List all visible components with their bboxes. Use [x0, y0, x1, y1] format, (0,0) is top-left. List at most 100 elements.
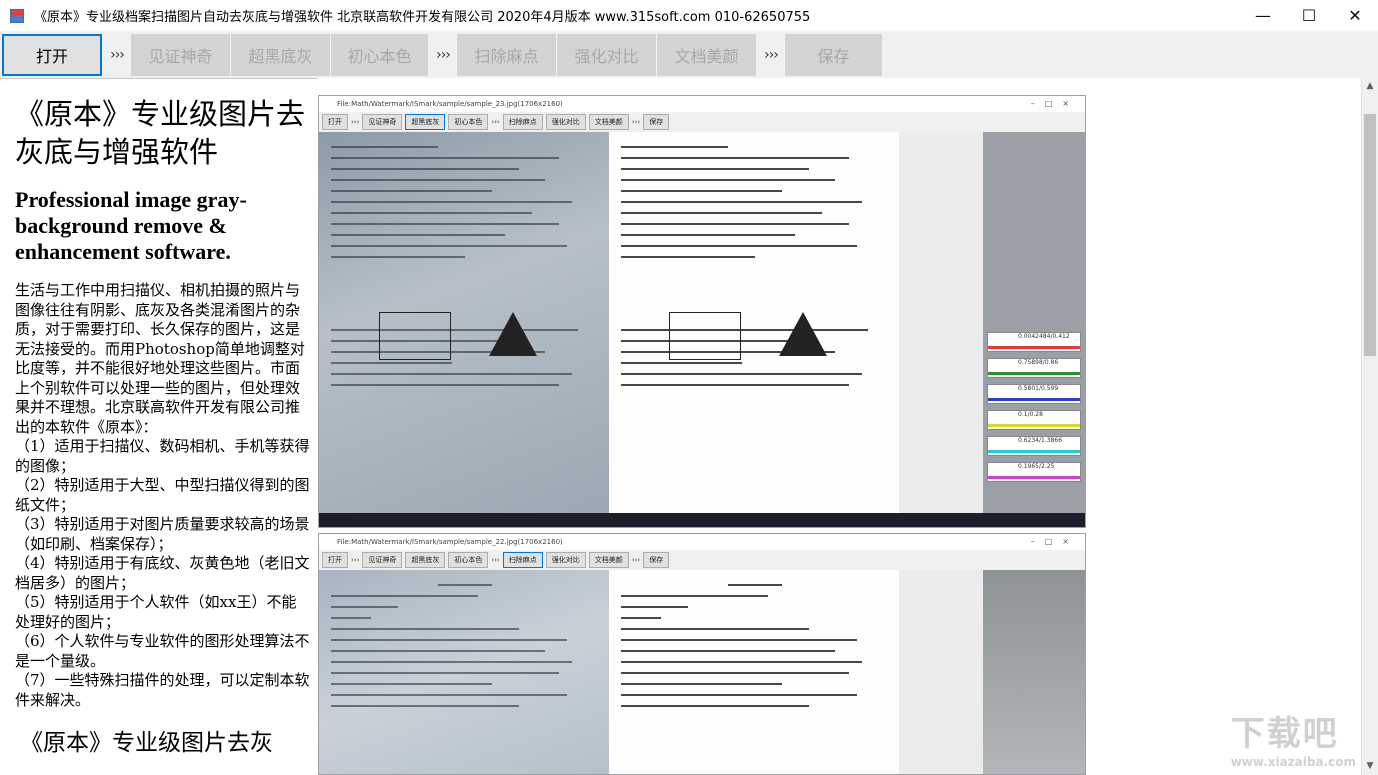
- preview-2-super-black: 超黑底灰: [405, 552, 446, 568]
- maximize-button[interactable]: ☐: [1286, 0, 1332, 31]
- preview-2-witness: 见证神奇: [362, 552, 403, 568]
- preview-1-toolbar: 打开 ››› 见证神奇 超黑底灰 初心本色 ››› 扫除麻点 强化对比 文档美颜…: [319, 112, 1085, 132]
- preview-1-spots: 扫除麻点: [502, 114, 543, 130]
- document-lines: [331, 146, 599, 519]
- intro-title-en: Professional image gray-background remov…: [15, 187, 247, 264]
- witness-button[interactable]: 见证神奇: [131, 33, 230, 76]
- window-controls: — ☐ ✕: [1240, 0, 1378, 31]
- enhance-contrast-button[interactable]: 强化对比: [557, 33, 656, 76]
- triangle-figure: [779, 312, 827, 356]
- arrow-separator: ›››: [764, 46, 779, 63]
- site-watermark: 下载吧 www.xiazaiba.com: [1231, 706, 1356, 769]
- preview-1-window-controls: –□×: [1030, 99, 1079, 108]
- histogram: 0.1965/2.25: [987, 462, 1081, 482]
- histogram-bar: [988, 476, 1080, 479]
- preview-1-body: 0.0042484/0.412 0.75898/0.86 0.5801/0.59…: [319, 132, 1085, 527]
- preview-1-taskbar: [319, 513, 1085, 527]
- save-button[interactable]: 保存: [785, 33, 882, 76]
- watermark-sub: www.xiazaiba.com: [1230, 755, 1356, 769]
- histogram-label: 0.1/0.28: [1018, 411, 1043, 418]
- scroll-thumb[interactable]: [1364, 114, 1376, 356]
- histogram-label: 0.75898/0.86: [1018, 359, 1059, 366]
- mini-sep: ›››: [491, 556, 500, 564]
- preview-2-zoom-panel: [983, 570, 1085, 774]
- doc-beautify-button[interactable]: 文档美颜: [657, 33, 756, 76]
- preview-2-save: 保存: [643, 552, 670, 568]
- preview-2-processed-image: [609, 570, 899, 774]
- preview-screenshot-1: File:Math/Watermark/ISmark/sample/sample…: [318, 95, 1086, 528]
- preview-2-original: 初心本色: [448, 552, 489, 568]
- histogram-bar: [988, 398, 1080, 401]
- mini-sep: ›››: [351, 556, 360, 564]
- preview-1-open: 打开: [322, 114, 348, 130]
- preview-1-zoom-panel: 0.0042484/0.412 0.75898/0.86 0.5801/0.59…: [983, 132, 1085, 527]
- intro-title-cn-repeat: 《原本》专业级图片去灰: [20, 730, 273, 756]
- preview-2-original-image: [319, 570, 609, 774]
- minimize-button[interactable]: —: [1240, 0, 1286, 31]
- histogram: 0.0042484/0.412: [987, 332, 1081, 352]
- title-bar: 《原本》专业级档案扫描图片自动去灰底与增强软件 北京联高软件开发有限公司 202…: [0, 0, 1378, 31]
- document-lines: [621, 146, 889, 519]
- preview-1-witness: 见证神奇: [362, 114, 403, 130]
- preview-1-save: 保存: [643, 114, 670, 130]
- histogram-bar: [988, 346, 1080, 349]
- mini-sep: ›››: [351, 118, 360, 126]
- arrow-separator: ›››: [436, 46, 451, 63]
- scroll-down-icon[interactable]: ▼: [1362, 758, 1378, 775]
- preview-screenshot-2: File:Math/Watermark/ISmark/sample/sample…: [318, 533, 1086, 775]
- preview-1-blank: [899, 132, 983, 527]
- histogram-label: 0.1965/2.25: [1018, 463, 1055, 470]
- mini-sep: ›››: [631, 118, 641, 126]
- histogram-label: 0.6234/1.3866: [1018, 437, 1063, 444]
- histogram-label: 0.5801/0.599: [1018, 385, 1059, 392]
- preview-1-contrast: 强化对比: [545, 114, 586, 130]
- preview-1-title: File:Math/Watermark/ISmark/sample/sample…: [319, 96, 1085, 112]
- preview-1-original-image: [319, 132, 609, 527]
- preview-2-beautify: 文档美颜: [588, 552, 629, 568]
- histogram-bar: [988, 450, 1080, 453]
- histogram: 0.75898/0.86: [987, 358, 1081, 378]
- histogram-label: 0.0042484/0.412: [1018, 333, 1070, 340]
- app-icon: [10, 8, 24, 23]
- super-black-button[interactable]: 超黑底灰: [231, 33, 330, 76]
- mini-sep: ›››: [631, 556, 641, 564]
- histogram: 0.5801/0.599: [987, 384, 1081, 404]
- preview-1-original: 初心本色: [448, 114, 489, 130]
- preview-2-blank: [899, 570, 983, 774]
- preview-2-title: File:Math/Watermark/ISmark/sample/sample…: [319, 534, 1085, 550]
- original-color-button[interactable]: 初心本色: [331, 33, 428, 76]
- document-lines: [331, 584, 599, 766]
- circuit-figure: [379, 312, 451, 360]
- intro-title-cn: 《原本》专业级图片去灰底与增强软件: [15, 97, 306, 169]
- preview-2-contrast: 强化对比: [545, 552, 586, 568]
- preview-2-toolbar: 打开 ››› 见证神奇 超黑底灰 初心本色 ››› 扫除麻点 强化对比 文档美颜…: [319, 550, 1085, 570]
- mini-sep: ›››: [491, 118, 500, 126]
- triangle-figure: [489, 312, 537, 356]
- histogram-bar: [988, 372, 1080, 375]
- histogram-bar: [988, 424, 1080, 427]
- close-button[interactable]: ✕: [1332, 0, 1378, 31]
- preview-1-beautify: 文档美颜: [588, 114, 629, 130]
- preview-2-body: [319, 570, 1085, 774]
- preview-2-open: 打开: [322, 552, 348, 568]
- preview-1-title-text: File:Math/Watermark/ISmark/sample/sample…: [337, 100, 563, 108]
- preview-2-title-text: File:Math/Watermark/ISmark/sample/sample…: [337, 538, 563, 546]
- circuit-figure: [669, 312, 741, 360]
- remove-spots-button[interactable]: 扫除麻点: [457, 33, 556, 76]
- preview-1-super-black: 超黑底灰: [405, 114, 446, 130]
- preview-2-spots: 扫除麻点: [502, 552, 543, 568]
- arrow-separator: ›››: [110, 46, 125, 63]
- histogram: 0.1/0.28: [987, 410, 1081, 430]
- preview-1-processed-image: [609, 132, 899, 527]
- intro-paragraph: 生活与工作中用扫描仪、相机拍摄的照片与图像往往有阴影、底灰及各类混淆图片的杂质，…: [15, 281, 310, 709]
- preview-2-window-controls: –□×: [1030, 537, 1079, 546]
- intro-panel: 《原本》专业级图片去灰底与增强软件 Professional image gra…: [0, 78, 318, 775]
- document-lines: [621, 584, 889, 766]
- watermark-main: 下载吧: [1230, 714, 1339, 754]
- vertical-scrollbar[interactable]: ▲ ▼: [1361, 78, 1378, 775]
- main-toolbar: 打开 ››› 见证神奇 超黑底灰 初心本色 ››› 扫除麻点 强化对比 文档美颜…: [0, 31, 1378, 78]
- preview-area: File:Math/Watermark/ISmark/sample/sample…: [318, 78, 1378, 775]
- open-button[interactable]: 打开: [2, 33, 102, 76]
- histogram: 0.6234/1.3866: [987, 436, 1081, 456]
- scroll-up-icon[interactable]: ▲: [1362, 78, 1378, 95]
